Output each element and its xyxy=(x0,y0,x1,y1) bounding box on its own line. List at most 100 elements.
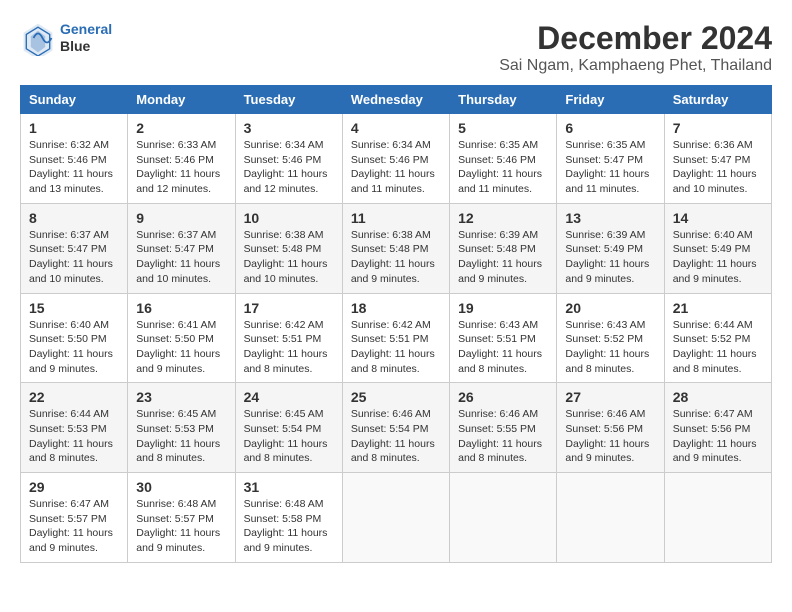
day-number: 22 xyxy=(29,389,119,405)
day-details: Sunrise: 6:44 AM Sunset: 5:53 PM Dayligh… xyxy=(29,407,119,466)
day-number: 6 xyxy=(565,120,655,136)
calendar-cell: 14 Sunrise: 6:40 AM Sunset: 5:49 PM Dayli… xyxy=(664,203,771,293)
day-number: 3 xyxy=(244,120,334,136)
day-header-tuesday: Tuesday xyxy=(235,86,342,114)
calendar-cell: 4 Sunrise: 6:34 AM Sunset: 5:46 PM Daylig… xyxy=(342,114,449,204)
calendar-cell: 23 Sunrise: 6:45 AM Sunset: 5:53 PM Dayli… xyxy=(128,383,235,473)
day-details: Sunrise: 6:35 AM Sunset: 5:46 PM Dayligh… xyxy=(458,138,548,197)
calendar-cell: 18Sunrise: 6:42 AM Sunset: 5:51 PM Dayli… xyxy=(342,293,449,383)
calendar-cell: 8Sunrise: 6:37 AM Sunset: 5:47 PM Daylig… xyxy=(21,203,128,293)
calendar-table: SundayMondayTuesdayWednesdayThursdayFrid… xyxy=(20,85,772,563)
calendar-cell: 7 Sunrise: 6:36 AM Sunset: 5:47 PM Daylig… xyxy=(664,114,771,204)
calendar-body: 1 Sunrise: 6:32 AM Sunset: 5:46 PM Daylig… xyxy=(21,114,772,563)
day-details: Sunrise: 6:39 AM Sunset: 5:48 PM Dayligh… xyxy=(458,228,548,287)
day-details: Sunrise: 6:37 AM Sunset: 5:47 PM Dayligh… xyxy=(136,228,226,287)
calendar-cell: 2Sunrise: 6:33 AM Sunset: 5:46 PM Daylig… xyxy=(128,114,235,204)
calendar-cell: 28 Sunrise: 6:47 AM Sunset: 5:56 PM Dayli… xyxy=(664,383,771,473)
calendar-week-2: 8 Sunrise: 6:37 AM Sunset: 5:47 PM Daylig… xyxy=(21,203,772,293)
calendar-cell: 9 Sunrise: 6:37 AM Sunset: 5:47 PM Daylig… xyxy=(128,203,235,293)
calendar-week-5: 29 Sunrise: 6:47 AM Sunset: 5:57 PM Dayli… xyxy=(21,473,772,563)
calendar-cell: 16 Sunrise: 6:41 AM Sunset: 5:50 PM Dayli… xyxy=(128,293,235,383)
day-details: Sunrise: 6:38 AM Sunset: 5:48 PM Dayligh… xyxy=(244,228,334,287)
calendar-cell: 10 Sunrise: 6:38 AM Sunset: 5:48 PM Dayli… xyxy=(235,203,342,293)
logo-icon xyxy=(20,20,56,56)
day-details: Sunrise: 6:32 AM Sunset: 5:46 PM Dayligh… xyxy=(29,138,119,197)
day-header-friday: Friday xyxy=(557,86,664,114)
day-details: Sunrise: 6:34 AM Sunset: 5:46 PM Dayligh… xyxy=(244,138,334,197)
day-number: 24 xyxy=(244,389,334,405)
day-number: 17 xyxy=(244,300,334,316)
calendar-header-row: SundayMondayTuesdayWednesdayThursdayFrid… xyxy=(21,86,772,114)
day-number: 28 xyxy=(673,389,763,405)
calendar-cell xyxy=(664,473,771,563)
day-details: Sunrise: 6:48 AM Sunset: 5:57 PM Dayligh… xyxy=(136,497,226,556)
calendar-cell: 25Sunrise: 6:46 AM Sunset: 5:54 PM Dayli… xyxy=(342,383,449,473)
day-details: Sunrise: 6:39 AM Sunset: 5:49 PM Dayligh… xyxy=(565,228,655,287)
day-details: Sunrise: 6:40 AM Sunset: 5:49 PM Dayligh… xyxy=(673,228,763,287)
day-number: 10 xyxy=(244,210,334,226)
day-number: 31 xyxy=(244,479,334,495)
calendar-cell: 31 Sunrise: 6:48 AM Sunset: 5:58 PM Dayli… xyxy=(235,473,342,563)
day-number: 1 xyxy=(29,120,119,136)
calendar-cell xyxy=(450,473,557,563)
day-number: 23 xyxy=(136,389,226,405)
calendar-cell: 11Sunrise: 6:38 AM Sunset: 5:48 PM Dayli… xyxy=(342,203,449,293)
day-number: 15 xyxy=(29,300,119,316)
day-number: 7 xyxy=(673,120,763,136)
calendar-cell: 30 Sunrise: 6:48 AM Sunset: 5:57 PM Dayli… xyxy=(128,473,235,563)
day-details: Sunrise: 6:47 AM Sunset: 5:56 PM Dayligh… xyxy=(673,407,763,466)
calendar-cell xyxy=(557,473,664,563)
day-details: Sunrise: 6:36 AM Sunset: 5:47 PM Dayligh… xyxy=(673,138,763,197)
day-header-monday: Monday xyxy=(128,86,235,114)
day-number: 30 xyxy=(136,479,226,495)
day-number: 16 xyxy=(136,300,226,316)
day-header-saturday: Saturday xyxy=(664,86,771,114)
day-number: 5 xyxy=(458,120,548,136)
day-details: Sunrise: 6:46 AM Sunset: 5:54 PM Dayligh… xyxy=(351,407,441,466)
day-number: 9 xyxy=(136,210,226,226)
day-number: 2 xyxy=(136,120,226,136)
calendar-cell: 17Sunrise: 6:42 AM Sunset: 5:51 PM Dayli… xyxy=(235,293,342,383)
calendar-cell: 13Sunrise: 6:39 AM Sunset: 5:49 PM Dayli… xyxy=(557,203,664,293)
day-details: Sunrise: 6:43 AM Sunset: 5:52 PM Dayligh… xyxy=(565,318,655,377)
day-header-wednesday: Wednesday xyxy=(342,86,449,114)
day-details: Sunrise: 6:46 AM Sunset: 5:55 PM Dayligh… xyxy=(458,407,548,466)
calendar-cell: 29 Sunrise: 6:47 AM Sunset: 5:57 PM Dayli… xyxy=(21,473,128,563)
day-details: Sunrise: 6:40 AM Sunset: 5:50 PM Dayligh… xyxy=(29,318,119,377)
logo: General Blue xyxy=(20,20,112,56)
calendar-cell xyxy=(342,473,449,563)
calendar-cell: 20 Sunrise: 6:43 AM Sunset: 5:52 PM Dayli… xyxy=(557,293,664,383)
day-number: 27 xyxy=(565,389,655,405)
calendar-cell: 5 Sunrise: 6:35 AM Sunset: 5:46 PM Daylig… xyxy=(450,114,557,204)
day-number: 26 xyxy=(458,389,548,405)
day-number: 4 xyxy=(351,120,441,136)
day-details: Sunrise: 6:47 AM Sunset: 5:57 PM Dayligh… xyxy=(29,497,119,556)
day-number: 14 xyxy=(673,210,763,226)
day-number: 19 xyxy=(458,300,548,316)
calendar-cell: 1 Sunrise: 6:32 AM Sunset: 5:46 PM Daylig… xyxy=(21,114,128,204)
day-details: Sunrise: 6:44 AM Sunset: 5:52 PM Dayligh… xyxy=(673,318,763,377)
calendar-cell: 15 Sunrise: 6:40 AM Sunset: 5:50 PM Dayli… xyxy=(21,293,128,383)
day-number: 8 xyxy=(29,210,119,226)
calendar-week-4: 22 Sunrise: 6:44 AM Sunset: 5:53 PM Dayli… xyxy=(21,383,772,473)
location-title: Sai Ngam, Kamphaeng Phet, Thailand xyxy=(499,57,772,75)
calendar-cell: 27 Sunrise: 6:46 AM Sunset: 5:56 PM Dayli… xyxy=(557,383,664,473)
day-header-thursday: Thursday xyxy=(450,86,557,114)
day-details: Sunrise: 6:45 AM Sunset: 5:53 PM Dayligh… xyxy=(136,407,226,466)
day-details: Sunrise: 6:41 AM Sunset: 5:50 PM Dayligh… xyxy=(136,318,226,377)
day-details: Sunrise: 6:46 AM Sunset: 5:56 PM Dayligh… xyxy=(565,407,655,466)
day-number: 29 xyxy=(29,479,119,495)
title-area: December 2024 Sai Ngam, Kamphaeng Phet, … xyxy=(499,20,772,75)
day-number: 20 xyxy=(565,300,655,316)
day-number: 11 xyxy=(351,210,441,226)
calendar-cell: 3 Sunrise: 6:34 AM Sunset: 5:46 PM Daylig… xyxy=(235,114,342,204)
day-details: Sunrise: 6:34 AM Sunset: 5:46 PM Dayligh… xyxy=(351,138,441,197)
page-header: General Blue December 2024 Sai Ngam, Kam… xyxy=(20,20,772,75)
calendar-cell: 6 Sunrise: 6:35 AM Sunset: 5:47 PM Daylig… xyxy=(557,114,664,204)
day-details: Sunrise: 6:35 AM Sunset: 5:47 PM Dayligh… xyxy=(565,138,655,197)
day-details: Sunrise: 6:48 AM Sunset: 5:58 PM Dayligh… xyxy=(244,497,334,556)
calendar-cell: 24 Sunrise: 6:45 AM Sunset: 5:54 PM Dayli… xyxy=(235,383,342,473)
calendar-cell: 21Sunrise: 6:44 AM Sunset: 5:52 PM Dayli… xyxy=(664,293,771,383)
day-details: Sunrise: 6:45 AM Sunset: 5:54 PM Dayligh… xyxy=(244,407,334,466)
day-details: Sunrise: 6:43 AM Sunset: 5:51 PM Dayligh… xyxy=(458,318,548,377)
